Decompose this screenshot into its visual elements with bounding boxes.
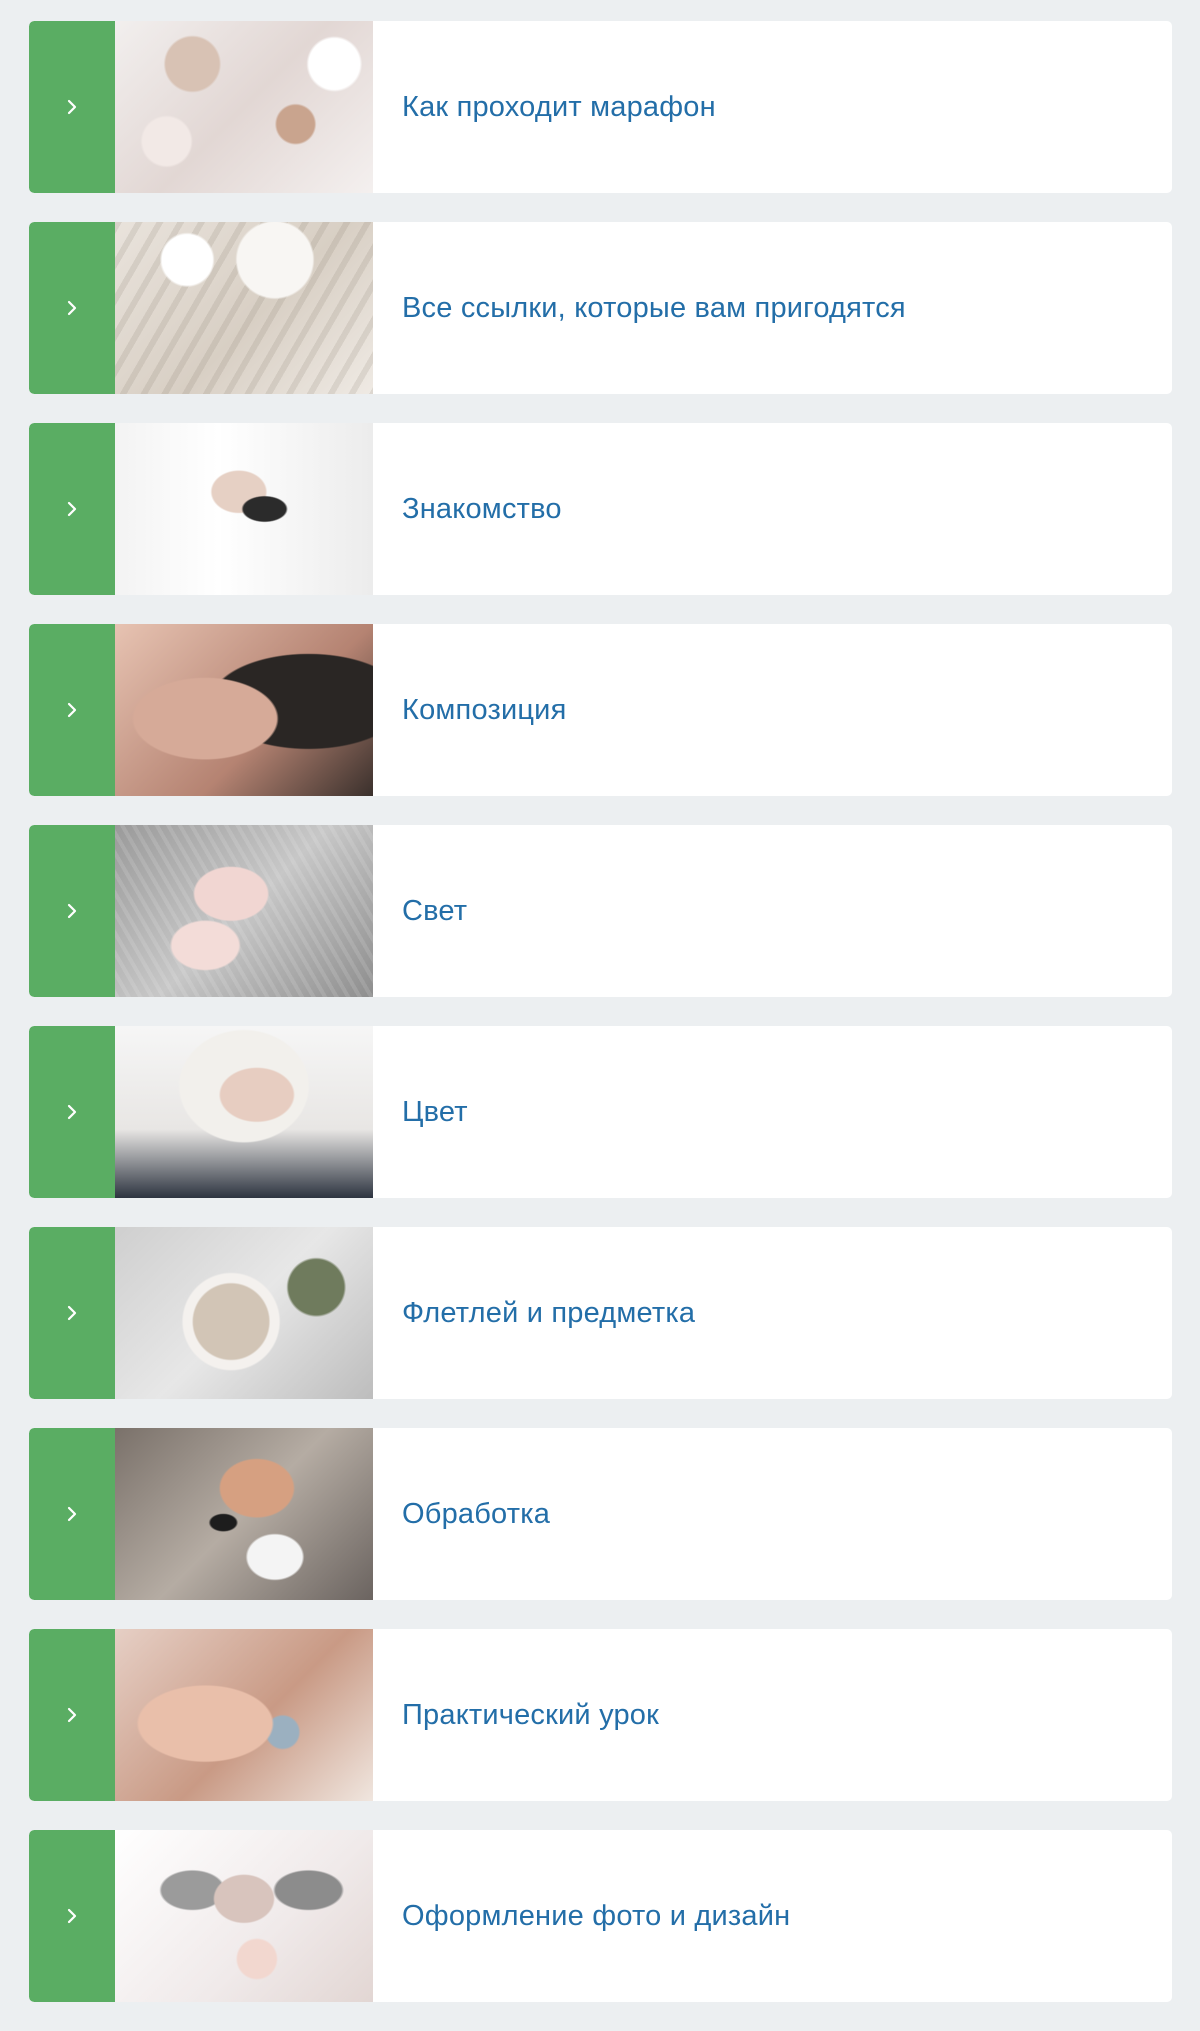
chevron-right-icon [67,1305,77,1321]
lesson-thumbnail [115,222,373,394]
lesson-title[interactable]: Цвет [373,1026,1172,1198]
lesson-item-3[interactable]: Знакомство [29,423,1172,595]
lesson-item-4[interactable]: Композиция [29,624,1172,796]
expand-button[interactable] [29,1026,115,1198]
chevron-right-icon [67,702,77,718]
lesson-thumbnail [115,1830,373,2002]
lesson-item-7[interactable]: Флетлей и предметка [29,1227,1172,1399]
lesson-thumbnail [115,1428,373,1600]
lesson-title[interactable]: Практический урок [373,1629,1172,1801]
chevron-right-icon [67,1506,77,1522]
expand-button[interactable] [29,21,115,193]
lesson-item-9[interactable]: Практический урок [29,1629,1172,1801]
lesson-title[interactable]: Флетлей и предметка [373,1227,1172,1399]
expand-button[interactable] [29,624,115,796]
expand-button[interactable] [29,825,115,997]
lesson-title[interactable]: Свет [373,825,1172,997]
lesson-item-1[interactable]: Как проходит марафон [29,21,1172,193]
lesson-thumbnail [115,1227,373,1399]
chevron-right-icon [67,99,77,115]
lesson-item-8[interactable]: Обработка [29,1428,1172,1600]
expand-button[interactable] [29,1227,115,1399]
lesson-list: Как проходит марафон Все ссылки, которые… [29,21,1172,2031]
chevron-right-icon [67,1104,77,1120]
lesson-title[interactable]: Обработка [373,1428,1172,1600]
lesson-thumbnail [115,1629,373,1801]
expand-button[interactable] [29,1629,115,1801]
expand-button[interactable] [29,1428,115,1600]
lesson-thumbnail [115,1026,373,1198]
lesson-item-2[interactable]: Все ссылки, которые вам пригодятся [29,222,1172,394]
lesson-title[interactable]: Оформление фото и дизайн [373,1830,1172,2002]
expand-button[interactable] [29,423,115,595]
lesson-item-5[interactable]: Свет [29,825,1172,997]
lesson-title[interactable]: Как проходит марафон [373,21,1172,193]
lesson-thumbnail [115,21,373,193]
expand-button[interactable] [29,1830,115,2002]
lesson-title[interactable]: Все ссылки, которые вам пригодятся [373,222,1172,394]
lesson-thumbnail [115,624,373,796]
lesson-item-6[interactable]: Цвет [29,1026,1172,1198]
lesson-thumbnail [115,825,373,997]
lesson-thumbnail [115,423,373,595]
expand-button[interactable] [29,222,115,394]
lesson-title[interactable]: Композиция [373,624,1172,796]
chevron-right-icon [67,300,77,316]
lesson-item-10[interactable]: Оформление фото и дизайн [29,1830,1172,2002]
chevron-right-icon [67,1707,77,1723]
chevron-right-icon [67,501,77,517]
lesson-title[interactable]: Знакомство [373,423,1172,595]
chevron-right-icon [67,1908,77,1924]
chevron-right-icon [67,903,77,919]
